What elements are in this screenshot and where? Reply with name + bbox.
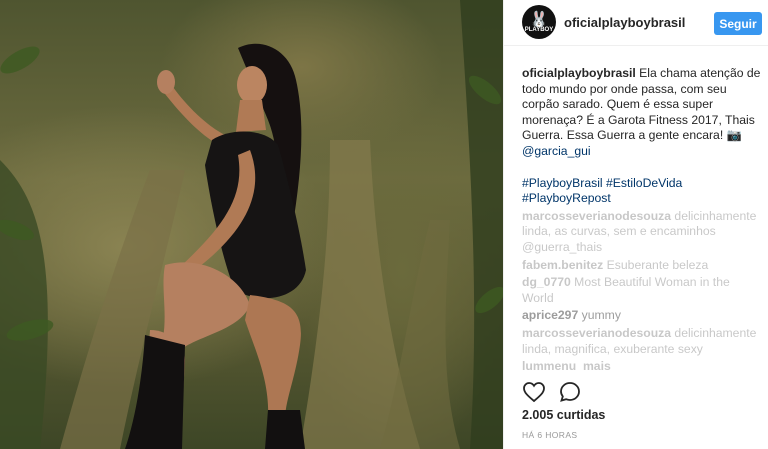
comment-username[interactable]: aprice297 [522,308,578,322]
likes-count[interactable]: 2.005 curtidas [522,408,605,422]
follow-button[interactable]: Seguir [714,12,762,35]
comment-item: aprice297 yummy [522,308,762,324]
comment-username[interactable]: lummenu_mais [522,359,611,371]
caption-mention[interactable]: @garcia_gui [522,144,591,158]
playboy-bunny-icon: 🐰 [529,10,549,28]
post-sidebar: 🐰 PLAYBOY oficialplayboybrasil Seguir of… [503,0,768,449]
heart-icon[interactable] [522,380,546,404]
comment-item: fabem.benitez Esuberante beleza [522,258,762,274]
post-caption: oficialplayboybrasil Ela chama atenção d… [522,66,762,160]
post-header: 🐰 PLAYBOY oficialplayboybrasil Seguir [504,0,768,46]
comment-icon[interactable] [558,380,582,404]
comment-username[interactable]: dg_0770 [522,275,571,289]
header-username[interactable]: oficialplayboybrasil [564,15,685,30]
comment-item: marcosseverianodesouza delicinhamente li… [522,209,762,256]
post-actions [522,380,762,406]
post-photo[interactable] [0,0,503,449]
photo-scene [0,0,503,449]
comment-item: dg_0770 Most Beautiful Woman in the Worl… [522,275,762,306]
caption-hashtags[interactable]: #PlayboyBrasil #EstiloDeVida #PlayboyRep… [522,176,762,207]
comment-text: yummy [578,308,621,323]
comment-username[interactable]: marcosseverianodesouza [522,326,671,340]
post-timestamp: HÁ 6 HORAS [522,430,578,440]
profile-avatar[interactable]: 🐰 PLAYBOY [522,5,556,39]
caption-username[interactable]: oficialplayboybrasil [522,66,636,80]
comment-item: marcosseverianodesouza delicinhamente li… [522,326,762,357]
instagram-post: 🐰 PLAYBOY oficialplayboybrasil Seguir of… [0,0,768,449]
comment-text: Esuberante beleza [603,257,709,272]
avatar-label: PLAYBOY [524,26,554,33]
comment-username[interactable]: fabem.benitez [522,258,603,272]
comment-item: lummenu_mais [522,359,762,371]
comments-list[interactable]: oficialplayboybrasil Ela chama atenção d… [522,66,762,371]
comment-username[interactable]: marcosseverianodesouza [522,209,671,223]
